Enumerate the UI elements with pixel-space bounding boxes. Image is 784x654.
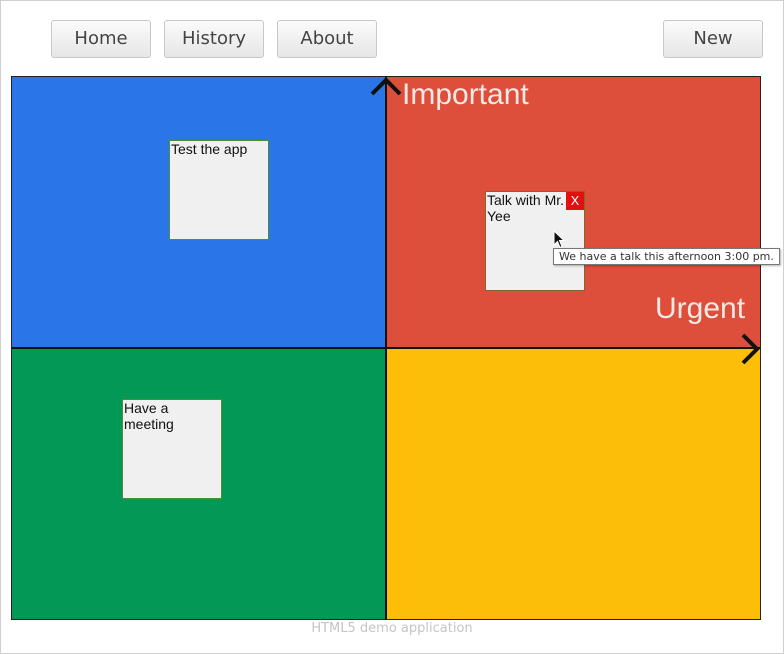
history-button[interactable]: History — [164, 20, 264, 58]
axis-label-urgent: Urgent — [655, 292, 746, 325]
axis-label-important: Important — [402, 78, 529, 111]
mouse-pointer-icon — [553, 230, 566, 249]
note-card[interactable]: Talk with Mr. Yee X — [485, 191, 585, 291]
close-note-button[interactable]: X — [566, 192, 584, 210]
note-tooltip: We have a talk this afternoon 3:00 pm. — [553, 248, 780, 265]
new-button[interactable]: New — [663, 20, 763, 58]
note-card[interactable]: Have a meeting — [122, 399, 222, 499]
footer-caption: HTML5 demo application — [311, 621, 473, 636]
about-button[interactable]: About — [277, 20, 377, 58]
chevron-up-icon — [370, 77, 402, 96]
note-text: Test the app — [171, 141, 248, 157]
home-button[interactable]: Home — [51, 20, 151, 58]
quadrant-urgent-not-important — [386, 348, 760, 619]
horizontal-axis-line — [12, 347, 760, 349]
priority-matrix-board: Important Urgent Test the app Talk with … — [11, 76, 761, 620]
note-card[interactable]: Test the app — [169, 140, 269, 240]
chevron-right-icon — [741, 333, 760, 365]
note-text: Have a meeting — [124, 400, 174, 432]
